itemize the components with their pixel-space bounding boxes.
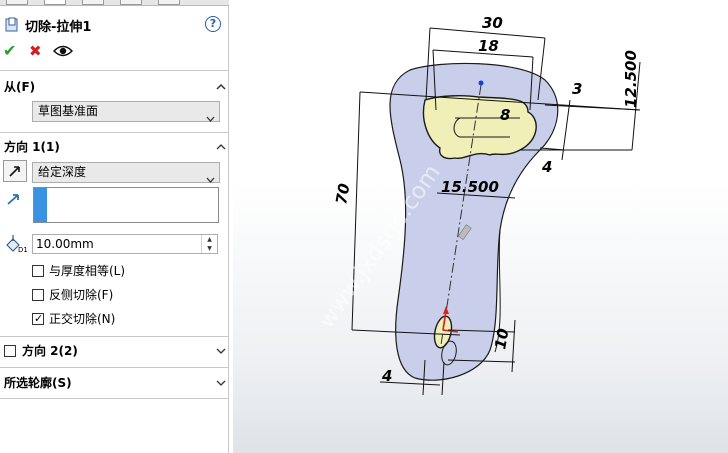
- feature-title: 切除-拉伸1: [25, 20, 92, 35]
- from-select-value: 草图基准面: [38, 104, 99, 118]
- collapse-chevron-icon[interactable]: [216, 83, 226, 91]
- cut-extrude-icon: [5, 17, 19, 32]
- selected-contours-header[interactable]: 所选轮廓(S): [4, 375, 72, 391]
- direction2-checkbox[interactable]: [4, 345, 16, 357]
- tab-display[interactable]: [158, 0, 180, 5]
- svg-text:D1: D1: [18, 246, 28, 253]
- end-condition-value: 给定深度: [38, 165, 87, 179]
- equal-thickness-label: 与厚度相等(L): [49, 264, 126, 278]
- divider: [0, 336, 229, 337]
- dim-4-bottom[interactable]: 4: [381, 367, 392, 385]
- dim-12-5[interactable]: 12.500: [622, 50, 640, 108]
- normal-cut-checkbox[interactable]: [32, 311, 44, 327]
- chevron-down-icon: [206, 109, 215, 122]
- dim-8[interactable]: 8: [500, 106, 510, 124]
- dim-10[interactable]: 10: [491, 327, 512, 351]
- dim-70[interactable]: 70: [332, 182, 353, 206]
- tab-configuration[interactable]: [82, 0, 104, 5]
- dim-18[interactable]: 18: [478, 37, 499, 55]
- normal-cut-label: 正交切除(N): [49, 312, 116, 326]
- depth-value: 10.00mm: [36, 237, 94, 251]
- upper-cut-contour[interactable]: [422, 95, 537, 160]
- from-select[interactable]: 草图基准面: [32, 101, 220, 122]
- model-view[interactable]: 30 18 8 3 12.500 4 15.500 70 10 4 www.jx…: [233, 0, 728, 453]
- expand-chevron-icon[interactable]: [216, 347, 226, 355]
- depth-icon: D1: [4, 233, 28, 255]
- ok-button[interactable]: ✔: [3, 41, 16, 61]
- divider: [0, 70, 229, 71]
- direction1-section-header[interactable]: 方向 1(1): [4, 139, 60, 155]
- dim-30[interactable]: 30: [482, 14, 503, 32]
- graphics-area[interactable]: 30 18 8 3 12.500 4 15.500 70 10 4 www.jx…: [233, 0, 728, 453]
- direction-vector-icon: [5, 191, 29, 213]
- tab-feature-tree[interactable]: [6, 0, 28, 5]
- preview-eye-icon[interactable]: [52, 43, 74, 57]
- cancel-button[interactable]: ✖: [29, 41, 42, 61]
- from-section-header[interactable]: 从(F): [4, 79, 35, 95]
- reverse-direction-button[interactable]: [3, 160, 27, 182]
- spin-up-icon[interactable]: ▲: [202, 235, 217, 244]
- flip-side-label: 反侧切除(F): [49, 288, 114, 302]
- divider: [0, 367, 229, 368]
- direction-selection-box[interactable]: [33, 187, 219, 223]
- dim-4-right[interactable]: 4: [541, 158, 552, 176]
- selection-focus-bar: [34, 188, 47, 222]
- sketch-origin-point[interactable]: [478, 80, 484, 86]
- tab-property-manager[interactable]: [44, 0, 66, 5]
- dim-3[interactable]: 3: [572, 80, 582, 98]
- tab-dimxpert[interactable]: [120, 0, 142, 5]
- divider: [0, 398, 229, 399]
- direction2-section-header[interactable]: 方向 2(2): [22, 343, 78, 359]
- collapse-chevron-icon[interactable]: [216, 143, 226, 151]
- help-button[interactable]: ?: [205, 16, 221, 32]
- equal-thickness-checkbox[interactable]: [32, 265, 44, 277]
- expand-chevron-icon[interactable]: [216, 379, 226, 387]
- dim-15-5[interactable]: 15.500: [441, 178, 499, 196]
- feature-title-bar: 切除-拉伸1 ?: [0, 13, 229, 37]
- flip-side-checkbox[interactable]: [32, 289, 44, 301]
- end-condition-select[interactable]: 给定深度: [32, 162, 220, 183]
- depth-input[interactable]: 10.00mm ▲ ▼: [32, 234, 218, 254]
- depth-spinner[interactable]: ▲ ▼: [201, 235, 217, 253]
- property-manager: 切除-拉伸1 ? ✔ ✖ 从(F) 草图基准面 方向 1(1) 给定深度 D1 …: [0, 0, 229, 453]
- spin-down-icon[interactable]: ▼: [202, 244, 217, 253]
- chevron-down-icon: [206, 170, 215, 183]
- divider: [0, 132, 229, 133]
- manager-tabs: [0, 0, 229, 6]
